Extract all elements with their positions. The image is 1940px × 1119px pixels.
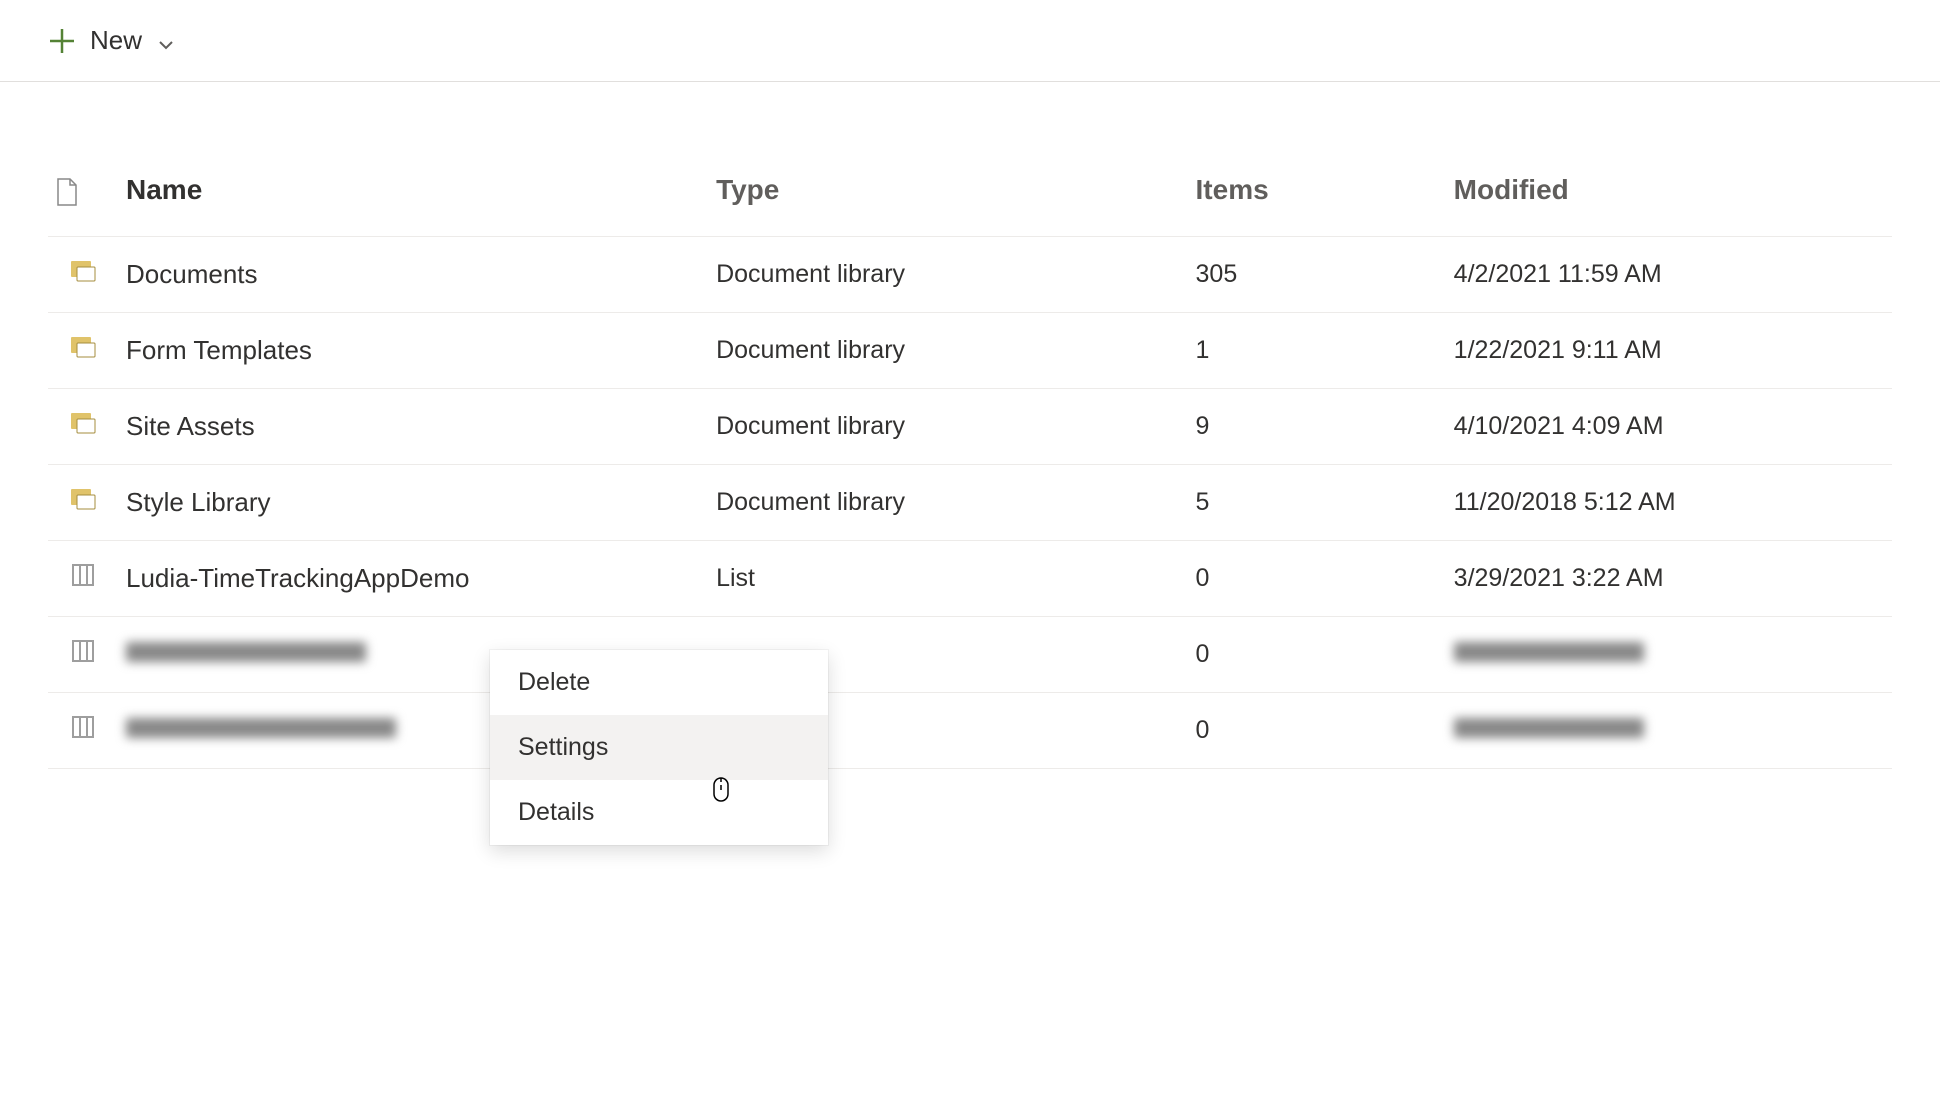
redacted-name [126, 642, 366, 662]
item-count: 0 [1188, 617, 1446, 693]
item-modified: 11/20/2018 5:12 AM [1446, 465, 1892, 541]
new-button[interactable]: New [48, 25, 176, 56]
table-row[interactable]: 0 [48, 617, 1892, 693]
item-modified [1446, 693, 1892, 769]
item-count: 0 [1188, 541, 1446, 617]
table-row[interactable]: Ludia-TimeTrackingAppDemo List03/29/2021 … [48, 541, 1892, 617]
item-type: Document library [708, 389, 1187, 465]
document-library-icon [69, 259, 97, 283]
item-name[interactable]: Style Library [126, 487, 271, 517]
item-modified: 1/22/2021 9:11 AM [1446, 313, 1892, 389]
item-modified: 3/29/2021 3:22 AM [1446, 541, 1892, 617]
item-modified: 4/10/2021 4:09 AM [1446, 389, 1892, 465]
item-count: 305 [1188, 237, 1446, 313]
item-name[interactable]: Form Templates [126, 335, 312, 365]
column-header-items[interactable]: Items [1188, 154, 1446, 237]
file-icon [56, 178, 78, 206]
context-menu-delete[interactable]: Delete [490, 650, 828, 715]
document-library-icon [69, 335, 97, 359]
item-count: 9 [1188, 389, 1446, 465]
item-type: Document library [708, 313, 1187, 389]
new-button-label: New [90, 25, 142, 56]
item-count: 0 [1188, 693, 1446, 769]
column-header-modified[interactable]: Modified [1446, 154, 1892, 237]
table-row[interactable]: Style Library Document library511/20/2018… [48, 465, 1892, 541]
item-name[interactable]: Site Assets [126, 411, 255, 441]
redacted-name [126, 718, 396, 738]
item-modified [1446, 617, 1892, 693]
document-library-icon [69, 487, 97, 511]
column-header-type[interactable]: Type [708, 154, 1187, 237]
item-count: 1 [1188, 313, 1446, 389]
command-bar: New [0, 0, 1940, 82]
table-row[interactable]: Form Templates Document library11/22/2021… [48, 313, 1892, 389]
context-menu: DeleteSettingsDetails [490, 650, 828, 845]
item-modified: 4/2/2021 11:59 AM [1446, 237, 1892, 313]
list-icon [71, 715, 95, 739]
column-header-name[interactable]: Name [118, 154, 708, 237]
item-name[interactable]: Documents [126, 259, 258, 289]
site-contents-panel: Name Type Items Modified DocumentsDocume… [0, 82, 1940, 769]
context-menu-details[interactable]: Details [490, 780, 828, 845]
item-type: List [708, 541, 1187, 617]
list-icon [71, 639, 95, 663]
document-library-icon [69, 411, 97, 435]
cursor-icon [710, 776, 732, 804]
table-row[interactable]: Site Assets Document library94/10/2021 4:… [48, 389, 1892, 465]
contents-table: Name Type Items Modified DocumentsDocume… [48, 154, 1892, 769]
list-icon [71, 563, 95, 587]
item-type: Document library [708, 465, 1187, 541]
table-row[interactable]: Documents Document library3054/2/2021 11:… [48, 237, 1892, 313]
redacted-date [1454, 718, 1644, 738]
context-menu-settings[interactable]: Settings [490, 715, 828, 780]
table-row[interactable]: 0 [48, 693, 1892, 769]
plus-icon [48, 27, 76, 55]
item-name[interactable]: Ludia-TimeTrackingAppDemo [126, 563, 469, 593]
redacted-date [1454, 642, 1644, 662]
item-type: Document library [708, 237, 1187, 313]
item-count: 5 [1188, 465, 1446, 541]
chevron-down-icon [156, 31, 176, 51]
column-header-icon[interactable] [48, 154, 118, 237]
